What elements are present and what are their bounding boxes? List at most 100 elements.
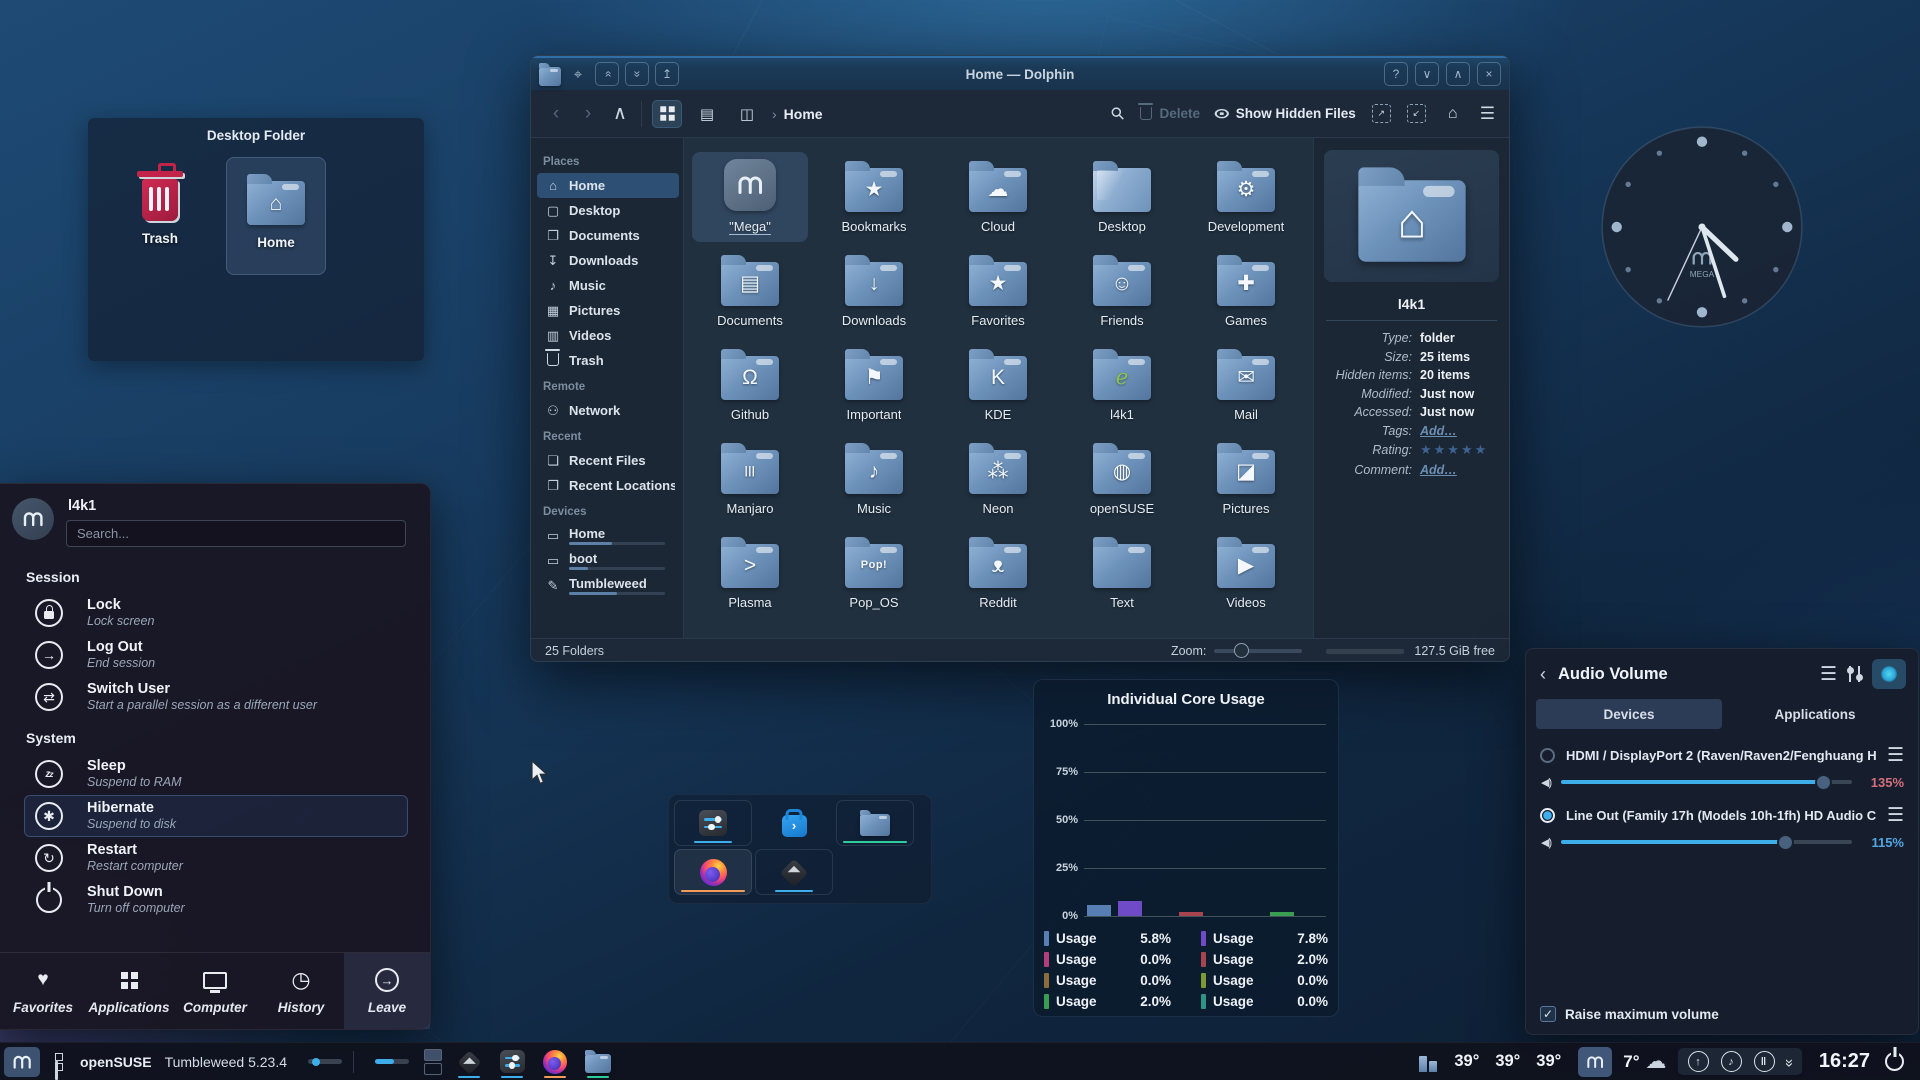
task-system-settings[interactable]	[496, 1045, 528, 1079]
device-menu-icon[interactable]: ☰	[1887, 744, 1904, 767]
media-player-tray-icon[interactable]: ♪	[1721, 1051, 1742, 1072]
places-item-music[interactable]: ♪Music	[537, 273, 679, 298]
back-chevron-icon[interactable]: ‹	[1540, 664, 1546, 685]
launcher-item-sleep[interactable]: zzSleepSuspend to RAM	[24, 753, 408, 795]
folder-item-text[interactable]: Text	[1064, 528, 1180, 618]
folder-item-videos[interactable]: ▶Videos	[1188, 528, 1304, 618]
hamburger-menu-icon[interactable]: ☰	[1820, 663, 1837, 686]
speaker-icon[interactable]: ◀)	[1541, 836, 1551, 849]
folder-item-l4k1[interactable]: ℯl4k1	[1064, 340, 1180, 430]
speaker-icon[interactable]: ◀)	[1541, 776, 1551, 789]
folder-item-desktop[interactable]: Desktop	[1064, 152, 1180, 242]
places-item-videos[interactable]: ▥Videos	[537, 323, 679, 348]
places-item-boot[interactable]: ▭boot	[537, 548, 679, 573]
info-add-link[interactable]: Add…	[1420, 463, 1457, 477]
search-icon[interactable]: ⚲	[1107, 102, 1130, 125]
launcher-tab-favorites[interactable]: ♥Favorites	[0, 953, 86, 1029]
mega-tray-button[interactable]	[1578, 1047, 1612, 1077]
user-avatar[interactable]	[12, 498, 54, 540]
dock-item-system-settings[interactable]	[674, 800, 752, 846]
window-list-icon[interactable]	[55, 1053, 63, 1071]
launcher-item-shut-down[interactable]: Shut DownTurn off computer	[24, 879, 408, 921]
task-dark-diamond-app[interactable]	[453, 1045, 485, 1079]
maximize-button[interactable]: ∧	[1446, 62, 1470, 86]
places-item-downloads[interactable]: ↧Downloads	[537, 248, 679, 273]
folder-item-cloud[interactable]: ☁Cloud	[940, 152, 1056, 242]
close-button[interactable]: ×	[1477, 62, 1501, 86]
folder-item--mega-[interactable]: "Mega"	[692, 152, 808, 242]
split-view-button[interactable]: ◫	[732, 100, 762, 128]
folder-item-kde[interactable]: KKDE	[940, 340, 1056, 430]
weather-widget[interactable]: 7° ☁	[1623, 1049, 1666, 1074]
folder-item-games[interactable]: ✚Games	[1188, 246, 1304, 336]
pause-tray-icon[interactable]: ‖	[1754, 1051, 1775, 1072]
places-item-recent-files[interactable]: ❏Recent Files	[537, 448, 679, 473]
launcher-button[interactable]	[4, 1047, 40, 1077]
rating-stars[interactable]: ★★★★★	[1420, 442, 1488, 458]
launcher-item-restart[interactable]: ↻RestartRestart computer	[24, 837, 408, 879]
dolphin-titlebar[interactable]: Home — Dolphin ⌖ » » ↥ ? ∨ ∧ ×	[531, 56, 1509, 90]
breadcrumb-current[interactable]: Home	[784, 106, 823, 122]
panel-slider-2[interactable]	[375, 1059, 409, 1064]
device-radio[interactable]	[1540, 808, 1555, 823]
volume-slider-knob[interactable]	[1777, 834, 1794, 851]
folder-item-downloads[interactable]: ↓Downloads	[816, 246, 932, 336]
folder-item-documents[interactable]: ▤Documents	[692, 246, 808, 336]
launcher-tab-applications[interactable]: Applications	[86, 953, 172, 1029]
raise-max-volume-row[interactable]: ✓ Raise maximum volume	[1540, 1006, 1719, 1022]
folder-item-manjaro[interactable]: |||Manjaro	[692, 434, 808, 524]
device-radio[interactable]	[1540, 748, 1555, 763]
system-monitor-tray-icon[interactable]	[1419, 1052, 1437, 1072]
checkbox-checked[interactable]: ✓	[1540, 1006, 1556, 1022]
audio-tab-applications[interactable]: Applications	[1722, 699, 1908, 729]
scroll-top-button[interactable]: ↥	[655, 62, 679, 86]
places-item-home[interactable]: ▭Home	[537, 523, 679, 548]
updates-tray-icon[interactable]: ↑	[1688, 1051, 1709, 1072]
panel-slider-1[interactable]	[308, 1059, 342, 1064]
desktop-item-home[interactable]: ⌂ Home	[226, 157, 326, 275]
dock-item-firefox[interactable]	[674, 849, 752, 895]
show-hidden-files-button[interactable]: ⊙ Show Hidden Files	[1216, 105, 1356, 122]
virtual-desktop-pager[interactable]	[424, 1049, 442, 1075]
back-button[interactable]: ‹	[545, 103, 567, 125]
folder-item-development[interactable]: ⚙Development	[1188, 152, 1304, 242]
launcher-item-log-out[interactable]: →Log OutEnd session	[24, 634, 408, 676]
folder-item-github[interactable]: ΩGithub	[692, 340, 808, 430]
info-add-link[interactable]: Add…	[1420, 424, 1457, 438]
places-item-pictures[interactable]: ▦Pictures	[537, 298, 679, 323]
hamburger-menu-icon[interactable]: ☰	[1480, 104, 1495, 124]
collapse-view-icon[interactable]: ↙	[1407, 104, 1426, 123]
minimize-button[interactable]: ∨	[1415, 62, 1439, 86]
zoom-slider-knob[interactable]	[1234, 643, 1249, 658]
places-item-home[interactable]: ⌂Home	[537, 173, 679, 198]
places-item-trash[interactable]: Trash	[537, 348, 679, 373]
volume-slider[interactable]	[1561, 780, 1852, 784]
launcher-item-lock[interactable]: LockLock screen	[24, 592, 408, 634]
launcher-tab-leave[interactable]: →Leave	[344, 953, 430, 1029]
dock-item-discover[interactable]: ›	[755, 800, 833, 846]
volume-slider[interactable]	[1561, 840, 1852, 844]
launcher-tab-computer[interactable]: Computer	[172, 953, 258, 1029]
folder-item-pop-os[interactable]: Pop!Pop_OS	[816, 528, 932, 618]
location-pin-icon[interactable]: ⌖	[567, 63, 589, 85]
scroll-up-button[interactable]: »	[595, 62, 619, 86]
details-view-button[interactable]: ▤	[692, 100, 722, 128]
audio-tab-devices[interactable]: Devices	[1536, 699, 1722, 729]
places-item-network[interactable]: ⚇Network	[537, 398, 679, 423]
folder-item-mail[interactable]: ✉Mail	[1188, 340, 1304, 430]
folder-item-favorites[interactable]: ★Favorites	[940, 246, 1056, 336]
folder-item-music[interactable]: ♪Music	[816, 434, 932, 524]
folder-item-pictures[interactable]: ◪Pictures	[1188, 434, 1304, 524]
search-input[interactable]	[66, 520, 406, 547]
help-button[interactable]: ?	[1384, 62, 1408, 86]
places-item-recent-locations[interactable]: ❐Recent Locations	[537, 473, 679, 498]
leave-power-icon[interactable]	[1885, 1052, 1904, 1071]
folder-item-plasma[interactable]: >Plasma	[692, 528, 808, 618]
places-item-documents[interactable]: ❐Documents	[537, 223, 679, 248]
icons-view-button[interactable]	[652, 100, 682, 128]
launcher-tab-history[interactable]: ◷History	[258, 953, 344, 1029]
tray-expander-icon[interactable]: »	[1781, 1059, 1798, 1064]
folder-item-friends[interactable]: ☺Friends	[1064, 246, 1180, 336]
forward-button[interactable]: ›	[577, 103, 599, 125]
folder-item-opensuse[interactable]: ◍openSUSE	[1064, 434, 1180, 524]
